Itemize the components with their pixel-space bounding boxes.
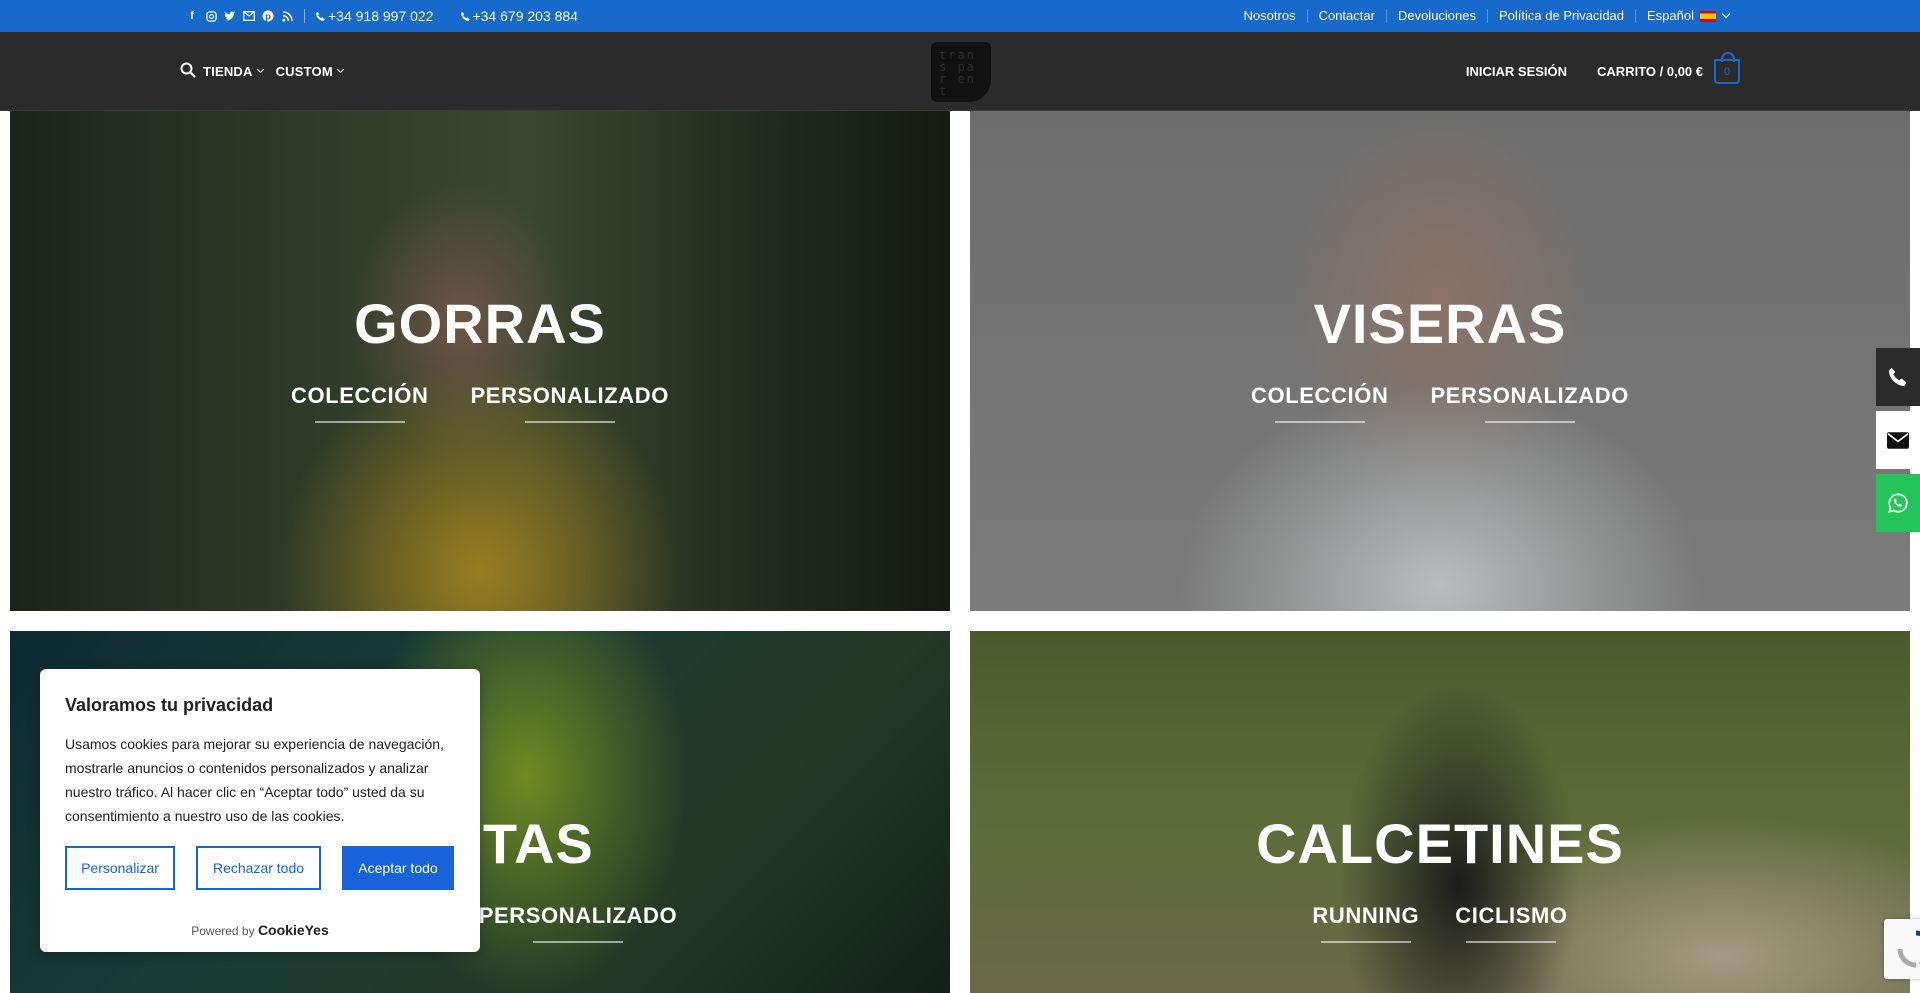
category-tile-calcetines[interactable]: CALCETINES RUNNING CICLISMO	[970, 631, 1910, 993]
phone-link-2[interactable]: +34 679 203 884	[460, 8, 579, 24]
top-bar-nav: Nosotros Contactar Devoluciones Política…	[1233, 0, 1740, 32]
recaptcha-icon	[1897, 930, 1920, 968]
cookie-consent-banner: Valoramos tu privacidad Usamos cookies p…	[40, 669, 480, 952]
category-tile-viseras[interactable]: VISERAS COLECCIÓN PERSONALIZADO	[970, 111, 1910, 611]
nav-tienda-label: TIENDA	[203, 64, 253, 79]
category-tile-gorras[interactable]: GORRAS COLECCIÓN PERSONALIZADO	[10, 111, 950, 611]
login-link[interactable]: INICIAR SESIÓN	[1466, 64, 1567, 79]
tile-link-personalizado[interactable]: PERSONALIZADO	[479, 903, 677, 943]
svg-text:p: p	[265, 11, 271, 21]
tile-link-ciclismo[interactable]: CICLISMO	[1455, 903, 1567, 943]
float-email-button[interactable]	[1876, 411, 1920, 469]
cart-link[interactable]: CARRITO / 0,00 € 0	[1597, 52, 1740, 84]
cookie-title: Valoramos tu privacidad	[65, 695, 274, 715]
tile-links: COLECCIÓN PERSONALIZADO	[970, 383, 1910, 423]
header-actions: INICIAR SESIÓN CARRITO / 0,00 € 0	[1466, 32, 1740, 111]
main-header: TIENDA CUSTOM trans par ent INICIAR SESI…	[0, 32, 1920, 111]
cookie-accept-button[interactable]: Aceptar todo	[342, 846, 454, 890]
pinterest-icon[interactable]: p	[262, 10, 274, 22]
nav-tienda[interactable]: TIENDA	[203, 64, 264, 79]
powered-label: Powered by	[191, 924, 255, 938]
cookie-customize-button[interactable]: Personalizar	[65, 846, 175, 890]
phone-number-1: +34 918 997 022	[328, 8, 434, 24]
float-phone-button[interactable]	[1876, 348, 1920, 406]
phone-number-2: +34 679 203 884	[472, 8, 579, 24]
top-link-privacidad[interactable]: Política de Privacidad	[1487, 9, 1635, 23]
nav-custom[interactable]: CUSTOM	[275, 64, 344, 79]
phone-icon	[460, 11, 470, 21]
tile-link-running[interactable]: RUNNING	[1312, 903, 1419, 943]
top-link-contactar[interactable]: Contactar	[1306, 9, 1386, 23]
search-icon[interactable]	[180, 62, 196, 81]
nav-custom-label: CUSTOM	[275, 64, 333, 79]
chevron-down-icon	[336, 65, 344, 74]
phone-link-1[interactable]: +34 918 997 022	[315, 8, 434, 24]
envelope-icon	[1887, 431, 1909, 449]
recaptcha-badge[interactable]	[1884, 919, 1920, 979]
phone-icon	[315, 11, 325, 21]
facebook-icon[interactable]: f	[186, 10, 198, 22]
cookie-powered-by: Powered by CookieYes	[40, 922, 480, 938]
tile-link-personalizado[interactable]: PERSONALIZADO	[1430, 383, 1628, 423]
top-link-devoluciones[interactable]: Devoluciones	[1385, 9, 1487, 23]
mail-icon[interactable]	[243, 10, 255, 22]
tile-title: GORRAS	[354, 292, 606, 355]
top-link-nosotros[interactable]: Nosotros	[1233, 9, 1307, 23]
top-bar: f p +34 918 997 022 +34 679 203 884 Noso…	[0, 0, 1920, 32]
float-whatsapp-button[interactable]	[1876, 474, 1920, 532]
top-bar-left: f p +34 918 997 022 +34 679 203 884	[186, 0, 604, 32]
tile-links: COLECCIÓN PERSONALIZADO	[10, 383, 950, 423]
tile-link-coleccion[interactable]: COLECCIÓN	[1251, 383, 1388, 423]
chevron-down-icon	[256, 65, 264, 74]
cookie-reject-button[interactable]: Rechazar todo	[196, 846, 321, 890]
cookie-body: Usamos cookies para mejorar su experienc…	[65, 736, 444, 824]
logo-text: trans par ent	[939, 48, 976, 98]
cart-count: 0	[1723, 65, 1731, 78]
tile-title: CALCETINES	[1256, 812, 1624, 875]
site-logo[interactable]: trans par ent	[931, 42, 991, 102]
cookieyes-logo[interactable]: CookieYes	[258, 922, 329, 938]
language-label: Español	[1647, 8, 1694, 23]
rss-icon[interactable]	[281, 10, 293, 22]
chevron-down-icon	[1721, 9, 1731, 19]
main-nav: TIENDA CUSTOM	[180, 32, 344, 111]
language-selector[interactable]: Español	[1635, 9, 1740, 23]
whatsapp-icon	[1888, 493, 1908, 513]
cart-label: CARRITO / 0,00 €	[1597, 64, 1703, 79]
tile-link-coleccion[interactable]: COLECCIÓN	[291, 383, 428, 423]
spain-flag-icon	[1700, 11, 1716, 23]
divider	[304, 9, 305, 23]
twitter-icon[interactable]	[224, 10, 236, 22]
phone-icon	[1888, 367, 1907, 387]
instagram-icon[interactable]	[205, 10, 217, 22]
tile-link-personalizado[interactable]: PERSONALIZADO	[470, 383, 668, 423]
cart-bag-icon: 0	[1714, 52, 1740, 84]
tile-links: RUNNING CICLISMO	[970, 903, 1910, 943]
cookie-buttons: Personalizar Rechazar todo Aceptar todo	[65, 846, 455, 890]
tile-title: VISERAS	[1313, 292, 1567, 355]
